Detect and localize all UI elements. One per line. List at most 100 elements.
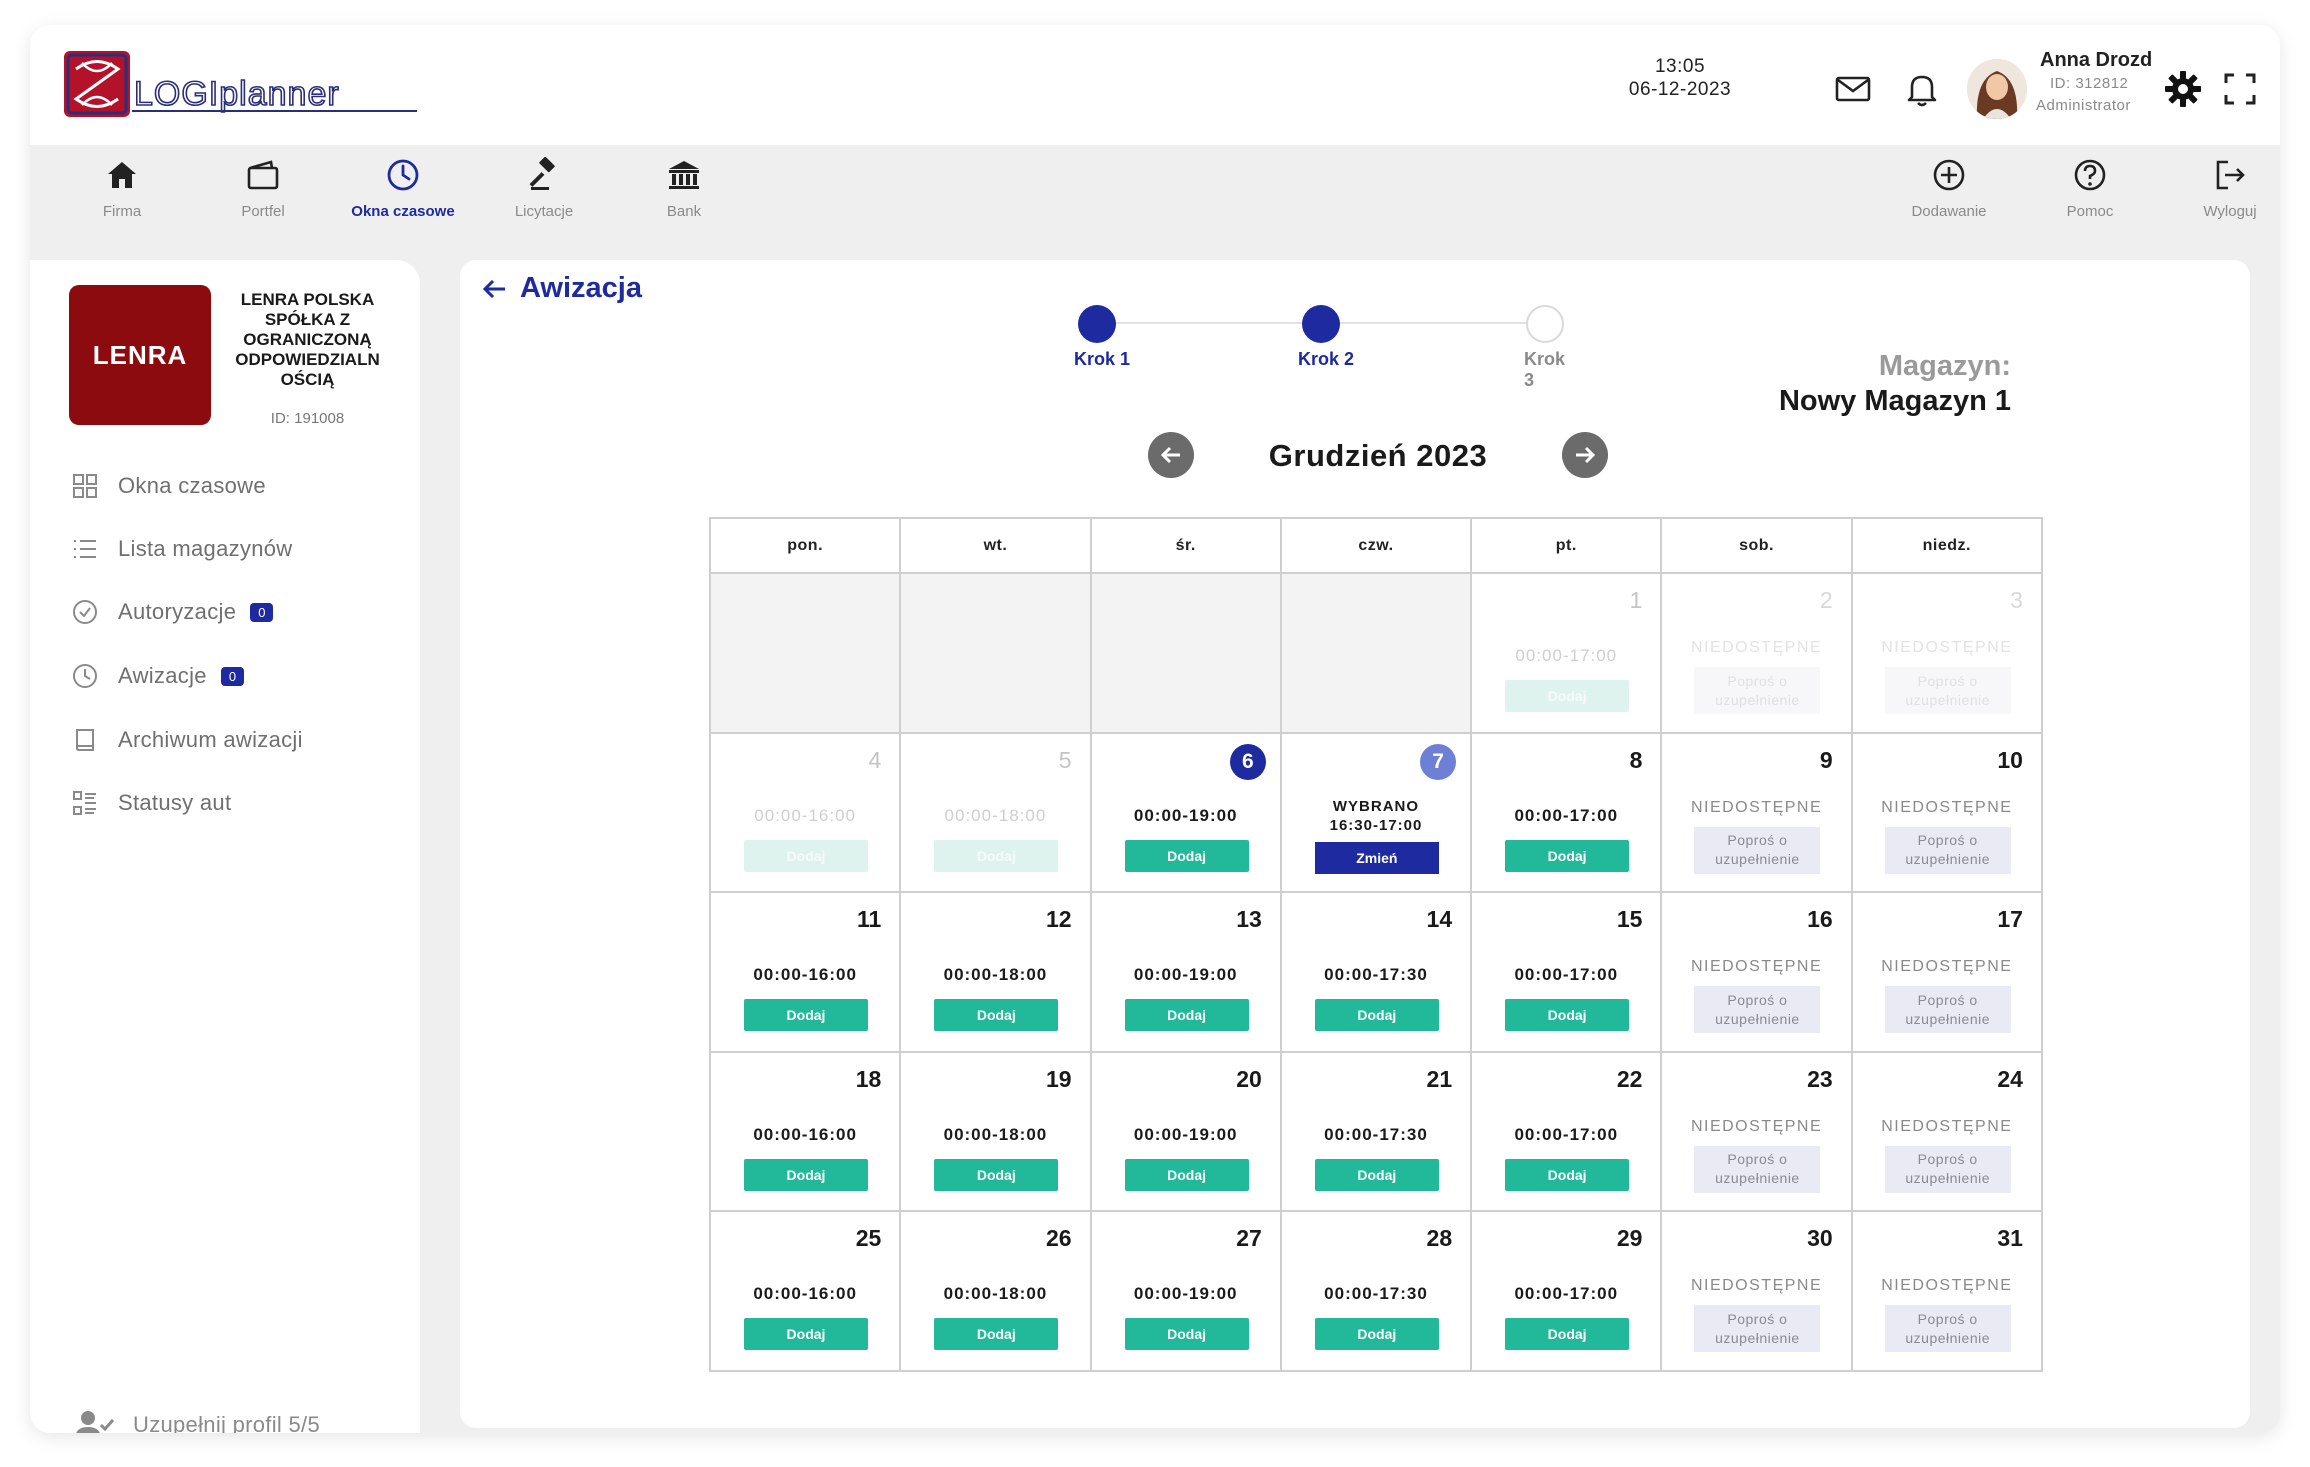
add-button[interactable]: Dodaj — [744, 1318, 868, 1350]
opening-hours: 00:00-19:00 — [1133, 1124, 1238, 1144]
day-number: 16 — [1807, 906, 1833, 932]
user-role: Administrator — [2036, 97, 2131, 114]
calendar-day-cell: 22 00:00-17:00 Dodaj — [1472, 1052, 1663, 1210]
chosen-slot: WYBRANO 16:30-17:00 — [1282, 797, 1470, 835]
add-button[interactable]: Dodaj — [1314, 1158, 1439, 1191]
add-button[interactable]: Dodaj — [744, 1158, 868, 1191]
user-avatar[interactable] — [1967, 59, 2027, 119]
request-completion-button[interactable]: Poproś o uzupełnienie — [1694, 1305, 1821, 1352]
day-number: 10 — [1997, 746, 2023, 773]
month-title: Grudzień 2023 — [1268, 438, 1488, 473]
day-number: 21 — [1426, 1065, 1453, 1092]
add-button[interactable]: Dodaj — [1124, 839, 1249, 872]
day-number: 25 — [855, 1225, 882, 1251]
fullscreen-icon[interactable] — [2220, 69, 2260, 109]
nav-licytacje[interactable]: Licytacje — [484, 157, 604, 220]
request-completion-button[interactable]: Poproś o uzupełnienie — [1884, 826, 2011, 874]
request-completion-button[interactable]: Poproś o uzupełnienie — [1884, 986, 2011, 1033]
add-button[interactable]: Dodaj — [1314, 999, 1439, 1031]
nav-dodawanie[interactable]: Dodawanie — [1889, 157, 2009, 220]
calendar-week-row: 18 00:00-16:00 Dodaj 19 00:00-18:00 Dodaj 20 00… — [711, 1052, 2043, 1212]
sidebar-item-awizacje[interactable]: Awizacje 0 — [72, 660, 245, 692]
nav-wyloguj[interactable]: Wyloguj — [2170, 157, 2280, 220]
gear-icon[interactable] — [2163, 69, 2203, 109]
day-number: 8 — [1629, 746, 1643, 773]
stepper: Krok 1 Krok 2 Krok 3 — [1074, 305, 1578, 390]
opening-hours: 00:00-18:00 — [943, 965, 1048, 984]
request-completion-button[interactable]: Poproś o uzupełnienie — [1884, 1305, 2011, 1352]
nav-label: Okna czasowe — [351, 203, 455, 220]
add-button[interactable]: Dodaj — [1505, 839, 1630, 872]
calendar-day-cell: 18 00:00-16:00 Dodaj — [711, 1052, 902, 1210]
add-button[interactable]: Dodaj — [1505, 999, 1630, 1031]
request-completion-button[interactable]: Poproś o uzupełnienie — [1884, 1145, 2011, 1193]
opening-hours: 00:00-18:00 — [943, 1284, 1048, 1303]
day-number: 22 — [1616, 1065, 1643, 1092]
calendar-grid: pon. wt. śr. czw. pt. sob. niedz. 1 00:00-17:00… — [709, 517, 2043, 1372]
day-number: 31 — [1997, 1225, 2023, 1251]
sidebar-item-statusy-aut[interactable]: Statusy aut — [72, 787, 231, 819]
step-3-dot — [1526, 305, 1564, 343]
add-button[interactable]: Dodaj — [934, 1318, 1059, 1350]
arrow-left-icon — [482, 279, 505, 298]
step-connector — [1116, 322, 1302, 324]
calendar-day-cell: 20 00:00-19:00 Dodaj — [1091, 1052, 1282, 1210]
change-button[interactable]: Zmień — [1314, 841, 1439, 874]
sidebar-item-lista-magazynow[interactable]: Lista magazynów — [72, 533, 292, 565]
add-button[interactable]: Dodaj — [1124, 1158, 1249, 1191]
calendar-day-cell: 2 NIEDOSTĘPNE Poproś o uzupełnienie — [1662, 574, 1853, 732]
add-button[interactable]: Dodaj — [1505, 1318, 1630, 1350]
calendar-day-cell: 29 00:00-17:00 Dodaj — [1472, 1212, 1663, 1370]
opening-hours: 00:00-17:00 — [1514, 1284, 1619, 1303]
opening-hours: 00:00-17:30 — [1324, 965, 1428, 984]
next-month-button[interactable] — [1562, 432, 1608, 478]
day-number: 20 — [1236, 1065, 1262, 1092]
check-circle-icon — [73, 600, 97, 624]
back-button[interactable]: Awizacja — [482, 272, 642, 305]
step-connector — [1340, 322, 1526, 324]
day-number: 6 — [1229, 743, 1266, 780]
help-icon — [2074, 159, 2106, 191]
sidebar-item-archiwum-awizacji[interactable]: Archiwum awizacji — [72, 724, 303, 756]
sidebar-item-okna-czasowe[interactable]: Okna czasowe — [72, 470, 266, 502]
month-navigation: Grudzień 2023 — [1148, 430, 1608, 480]
opening-hours: 00:00-16:00 — [754, 805, 857, 825]
unavailable-label: NIEDOSTĘPNE — [1690, 958, 1823, 975]
add-button[interactable]: Dodaj — [744, 999, 868, 1031]
current-date: 06-12-2023 — [1628, 79, 1732, 100]
nav-firma[interactable]: Firma — [62, 157, 182, 220]
bell-icon[interactable] — [1902, 69, 1942, 109]
nav-pomoc[interactable]: Pomoc — [2030, 157, 2150, 220]
opening-hours: 00:00-16:00 — [753, 965, 857, 984]
opening-hours: 00:00-17:30 — [1324, 1284, 1428, 1303]
complete-profile-link[interactable]: Uzupełnij profil 5/5 — [75, 1410, 320, 1433]
add-button[interactable]: Dodaj — [1124, 1318, 1249, 1350]
day-number: 26 — [1045, 1225, 1072, 1251]
request-completion-button[interactable]: Poproś o uzupełnienie — [1694, 986, 1821, 1033]
warehouse-name: Nowy Magazyn 1 — [1778, 385, 2011, 417]
request-completion-button[interactable]: Poproś o uzupełnienie — [1694, 1145, 1821, 1193]
add-button[interactable]: Dodaj — [1314, 1318, 1439, 1350]
add-button[interactable]: Dodaj — [934, 999, 1059, 1031]
nav-okna-czasowe[interactable]: Okna czasowe — [343, 157, 463, 220]
nav-portfel[interactable]: Portfel — [203, 157, 323, 220]
opening-hours: 00:00-17:00 — [1514, 805, 1619, 825]
day-number: 5 — [1058, 746, 1072, 773]
warehouse-label: Magazyn: — [1878, 350, 2011, 382]
add-button[interactable]: Dodaj — [934, 1158, 1059, 1191]
nav-bank[interactable]: Bank — [624, 157, 744, 220]
unavailable-label: NIEDOSTĘPNE — [1881, 798, 2013, 816]
calendar-day-cell: 14 00:00-17:30 Dodaj — [1281, 893, 1473, 1051]
prev-month-button[interactable] — [1148, 432, 1194, 478]
user-id: ID: 312812 — [2050, 75, 2129, 92]
logiplanner-logo[interactable]: LOGIplanner — [62, 49, 422, 121]
user-name[interactable]: Anna Drozd — [2040, 49, 2152, 72]
opening-hours: 00:00-19:00 — [1133, 805, 1238, 825]
day-number: 19 — [1045, 1065, 1072, 1092]
sidebar-item-autoryzacje[interactable]: Autoryzacje 0 — [72, 596, 274, 628]
nav-label: Dodawanie — [1911, 203, 1987, 220]
request-completion-button[interactable]: Poproś o uzupełnienie — [1694, 826, 1821, 874]
add-button[interactable]: Dodaj — [1124, 999, 1249, 1031]
mail-icon[interactable] — [1833, 69, 1873, 109]
add-button[interactable]: Dodaj — [1505, 1158, 1630, 1191]
